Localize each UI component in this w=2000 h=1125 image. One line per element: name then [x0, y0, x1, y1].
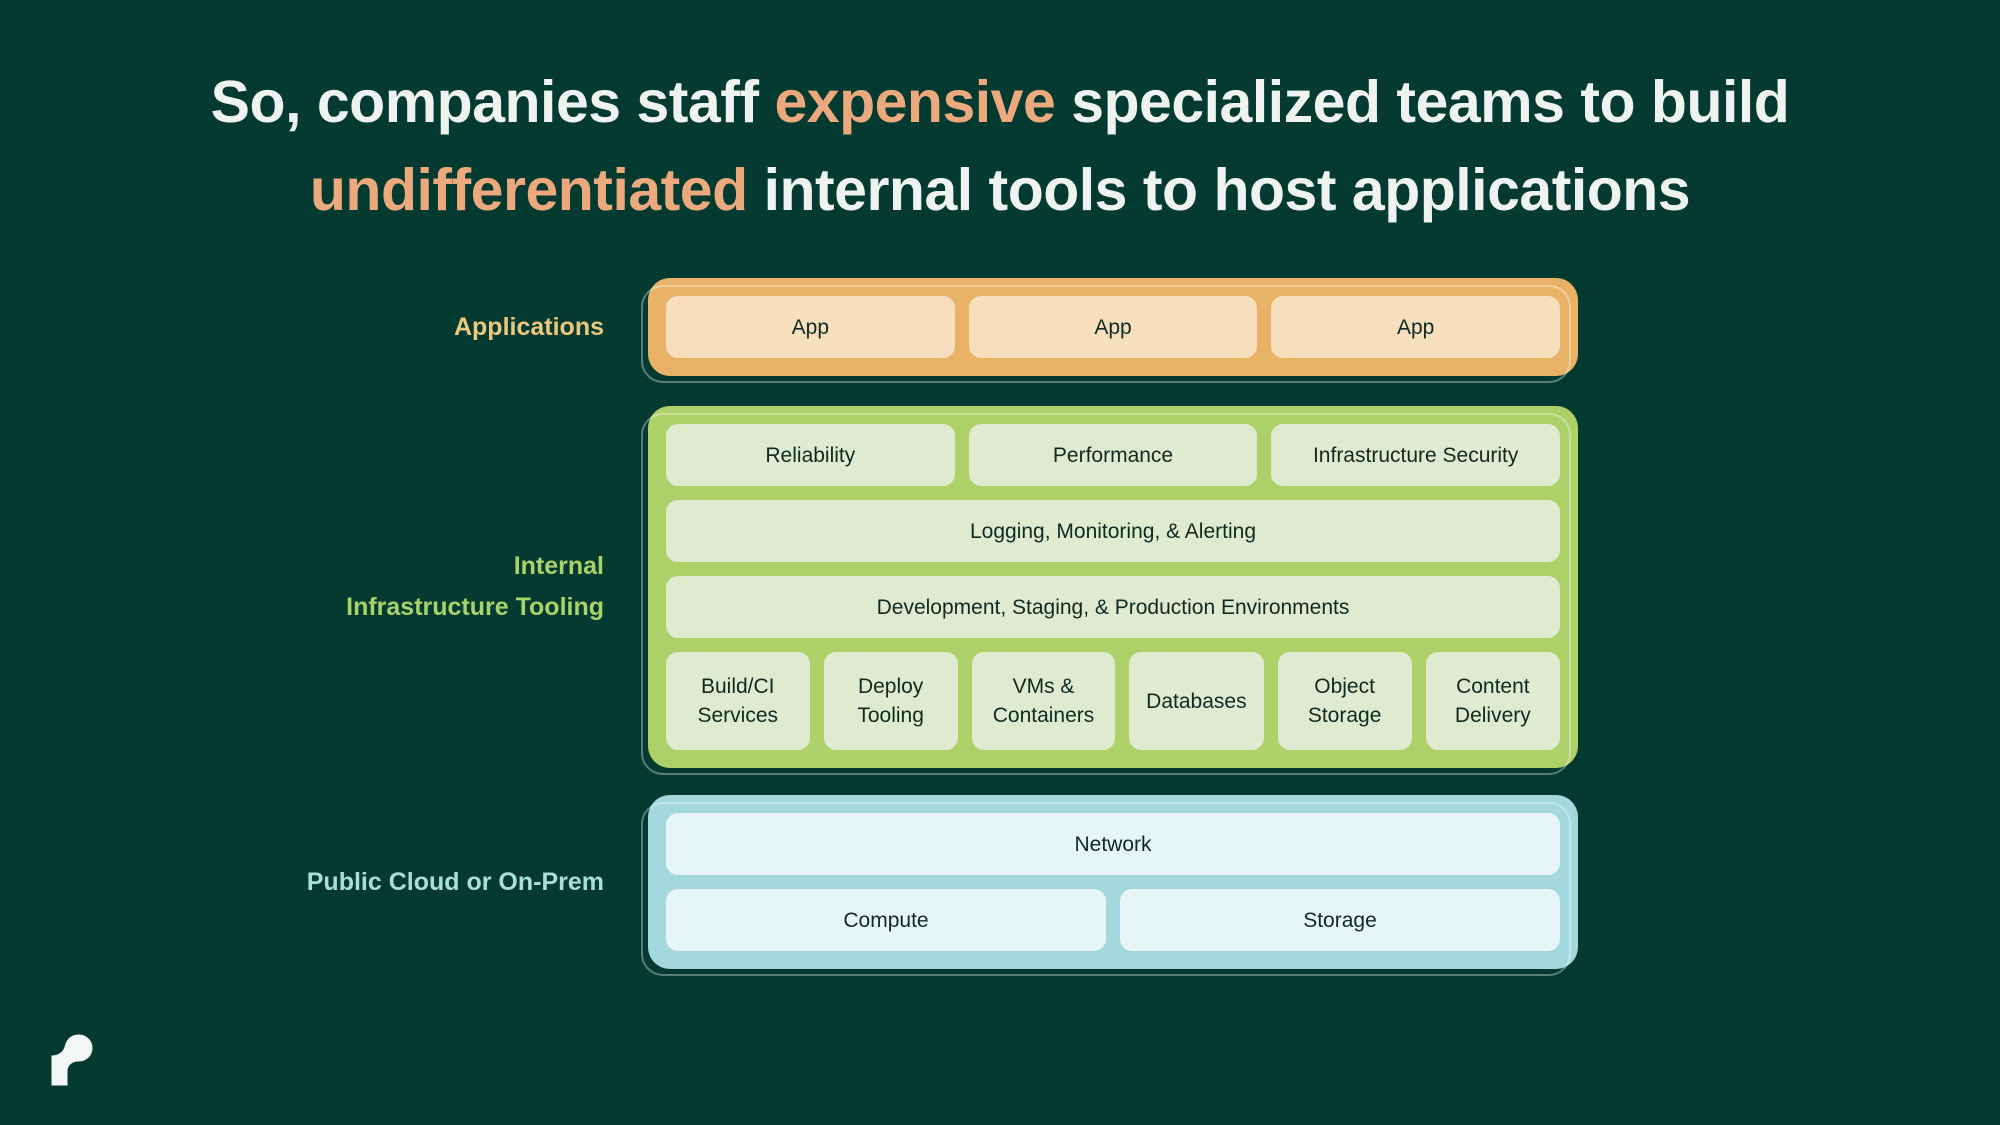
card-object-storage[interactable]: Object Storage: [1277, 652, 1412, 750]
card-reliability[interactable]: Reliability: [666, 424, 955, 486]
tier-label-internal-infrastructure-tooling: Internal Infrastructure Tooling: [346, 552, 604, 621]
card-build-ci-services[interactable]: Build/CI Services: [666, 652, 810, 750]
card-vms-containers[interactable]: VMs & Containers: [971, 652, 1116, 750]
stack-diagram: Applications App App App Internal Infras…: [0, 278, 2000, 976]
cloud-row-1: Network: [666, 813, 1560, 875]
card-app-3[interactable]: App: [1271, 296, 1561, 358]
title-line-2-part-2: internal tools to host applications: [747, 157, 1691, 223]
card-network[interactable]: Network: [666, 813, 1560, 875]
card-performance[interactable]: Performance: [968, 424, 1258, 486]
card-logging-monitoring-alerting[interactable]: Logging, Monitoring, & Alerting: [666, 500, 1560, 562]
card-infrastructure-security[interactable]: Infrastructure Security: [1271, 424, 1561, 486]
card-storage[interactable]: Storage: [1120, 889, 1560, 951]
card-databases[interactable]: Databases: [1129, 652, 1264, 750]
tier-internal-infrastructure-tooling: Internal Infrastructure Tooling Reliabil…: [0, 406, 2000, 775]
card-content-delivery[interactable]: Content Delivery: [1425, 652, 1560, 750]
title-accent-undifferentiated: undifferentiated: [309, 157, 748, 223]
tooling-row-1: Reliability Performance Infrastructure S…: [666, 424, 1561, 486]
tier-public-cloud-or-on-prem: Public Cloud or On-Prem Network Compute …: [0, 795, 2000, 976]
card-compute[interactable]: Compute: [666, 889, 1106, 951]
title-accent-expensive: expensive: [774, 69, 1056, 135]
tier-spacer-1: [0, 376, 2000, 406]
title-line-1: So, companies staff expensive specialize…: [0, 58, 2000, 146]
panel-public-cloud-or-on-prem: Network Compute Storage: [641, 795, 1578, 976]
panel-applications: App App App: [641, 278, 1578, 383]
title-line-2: undifferentiated internal tools to host …: [0, 146, 2000, 234]
tooling-row-2: Logging, Monitoring, & Alerting: [666, 500, 1560, 562]
slide-title: So, companies staff expensive specialize…: [0, 58, 2000, 234]
render-logo-icon: [48, 1033, 96, 1087]
card-deploy-tooling[interactable]: Deploy Tooling: [823, 652, 958, 750]
cloud-row-2: Compute Storage: [666, 889, 1560, 951]
tier-applications: Applications App App App: [0, 278, 2000, 383]
tooling-row-4: Build/CI Services Deploy Tooling VMs & C…: [666, 652, 1560, 750]
tier-label-applications: Applications: [453, 312, 604, 341]
applications-row-1: App App App: [666, 296, 1561, 358]
tier-spacer-2: [0, 768, 2000, 795]
card-development-staging-production-environments[interactable]: Development, Staging, & Production Envir…: [666, 576, 1560, 638]
title-line-1-part-1: So, companies staff: [210, 69, 775, 135]
tier-label-public-cloud-or-on-prem: Public Cloud or On-Prem: [306, 867, 604, 896]
card-app-2[interactable]: App: [968, 296, 1258, 358]
card-app-1[interactable]: App: [666, 296, 955, 358]
title-line-1-part-2: specialized teams to build: [1055, 69, 1790, 135]
panel-internal-infrastructure-tooling: Reliability Performance Infrastructure S…: [641, 406, 1578, 775]
tooling-row-3: Development, Staging, & Production Envir…: [666, 576, 1560, 638]
